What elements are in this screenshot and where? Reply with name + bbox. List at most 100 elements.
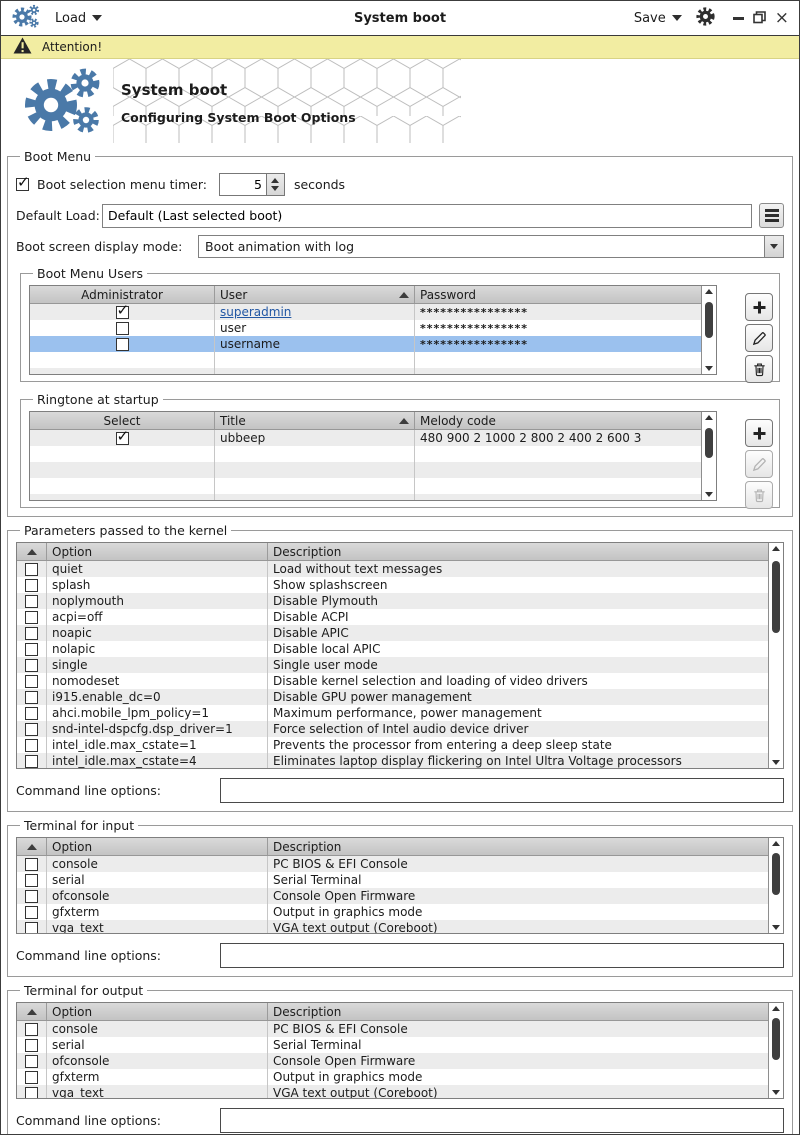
- table-row[interactable]: superadmin ****************: [30, 304, 701, 320]
- column-header-option[interactable]: Option: [47, 1003, 268, 1020]
- scrollbar-thumb[interactable]: [772, 561, 780, 633]
- row-checkbox[interactable]: [25, 722, 38, 736]
- table-row[interactable]: ahci.mobile_lpm_policy=1 Maximum performa…: [17, 705, 768, 721]
- row-checkbox[interactable]: [25, 857, 38, 871]
- scroll-down-icon[interactable]: [705, 366, 713, 371]
- table-row[interactable]: ofconsole Console Open Firmware: [17, 888, 768, 904]
- kernel-cmdline-input[interactable]: [220, 778, 784, 803]
- column-header-title[interactable]: Title: [215, 412, 415, 429]
- row-checkbox[interactable]: [25, 905, 38, 919]
- table-row-empty[interactable]: [30, 494, 701, 500]
- column-header-option[interactable]: Option: [47, 543, 268, 560]
- column-header-sort[interactable]: [17, 838, 47, 855]
- table-row[interactable]: acpi=off Disable ACPI: [17, 609, 768, 625]
- table-row[interactable]: single Single user mode: [17, 657, 768, 673]
- scrollbar-thumb[interactable]: [705, 302, 713, 338]
- scroll-down-icon[interactable]: [772, 925, 780, 930]
- row-checkbox[interactable]: [25, 562, 38, 576]
- row-checkbox[interactable]: [115, 337, 129, 351]
- scroll-up-icon[interactable]: [772, 1006, 780, 1011]
- terminal-output-scrollbar[interactable]: [768, 1003, 783, 1098]
- table-row[interactable]: ofconsole Console Open Firmware: [17, 1053, 768, 1069]
- kernel-params-scrollbar[interactable]: [768, 543, 783, 768]
- column-header-option[interactable]: Option: [47, 838, 268, 855]
- table-row[interactable]: nolapic Disable local APIC: [17, 641, 768, 657]
- row-checkbox[interactable]: [25, 754, 38, 768]
- row-checkbox[interactable]: [25, 1022, 38, 1036]
- add-user-button[interactable]: [745, 293, 773, 321]
- table-row[interactable]: snd-intel-dspcfg.dsp_driver=1 Force selec…: [17, 721, 768, 737]
- maximize-button[interactable]: [752, 9, 766, 28]
- scrollbar-thumb[interactable]: [772, 1018, 780, 1060]
- column-header-description[interactable]: Description: [268, 543, 768, 560]
- scroll-up-icon[interactable]: [705, 289, 713, 294]
- table-row[interactable]: console PC BIOS & EFI Console: [17, 856, 768, 872]
- table-row[interactable]: quiet Load without text messages: [17, 561, 768, 577]
- combo-arrow-button[interactable]: [764, 236, 783, 257]
- terminal-input-scrollbar[interactable]: [768, 838, 783, 933]
- default-load-input[interactable]: [102, 203, 752, 228]
- table-row[interactable]: i915.enable_dc=0 Disable GPU power manage…: [17, 689, 768, 705]
- table-row[interactable]: intel_idle.max_cstate=1 Prevents the proc…: [17, 737, 768, 753]
- terminal-output-cmdline-input[interactable]: [220, 1108, 784, 1133]
- row-checkbox[interactable]: [25, 706, 38, 720]
- delete-user-button[interactable]: [745, 355, 773, 383]
- scroll-down-icon[interactable]: [705, 492, 713, 497]
- row-checkbox[interactable]: [115, 321, 129, 335]
- table-row[interactable]: console PC BIOS & EFI Console: [17, 1021, 768, 1037]
- row-checkbox[interactable]: [25, 1038, 38, 1052]
- row-checkbox[interactable]: [25, 873, 38, 887]
- column-header-description[interactable]: Description: [268, 1003, 768, 1020]
- column-header-sort[interactable]: [17, 543, 47, 560]
- terminal-input-cmdline-input[interactable]: [220, 943, 784, 968]
- user-link[interactable]: superadmin: [220, 305, 291, 319]
- column-header-select[interactable]: Select: [30, 412, 215, 429]
- row-checkbox[interactable]: [25, 738, 38, 752]
- row-checkbox[interactable]: [25, 1070, 38, 1084]
- table-row[interactable]: vga_text VGA text output (Coreboot): [17, 1085, 768, 1098]
- table-row[interactable]: gfxterm Output in graphics mode: [17, 1069, 768, 1085]
- row-checkbox[interactable]: [115, 304, 129, 319]
- column-header-user[interactable]: User: [215, 286, 415, 303]
- table-row[interactable]: noapic Disable APIC: [17, 625, 768, 641]
- display-mode-select[interactable]: Boot animation with log: [198, 235, 784, 258]
- save-menu[interactable]: Save: [634, 11, 682, 26]
- table-row-empty[interactable]: [30, 446, 701, 462]
- scrollbar-thumb[interactable]: [705, 428, 713, 458]
- table-row-empty[interactable]: [30, 368, 701, 374]
- table-row[interactable]: serial Serial Terminal: [17, 872, 768, 888]
- table-row-empty[interactable]: [30, 478, 701, 494]
- ringtone-scrollbar[interactable]: [701, 412, 716, 500]
- spinner-up-button[interactable]: [271, 177, 280, 183]
- column-header-sort[interactable]: [17, 1003, 47, 1020]
- column-header-melody[interactable]: Melody code: [415, 412, 701, 429]
- column-header-administrator[interactable]: Administrator: [30, 286, 215, 303]
- row-checkbox[interactable]: [25, 889, 38, 903]
- row-checkbox[interactable]: [25, 658, 38, 672]
- spinner-down-button[interactable]: [271, 186, 280, 192]
- row-checkbox[interactable]: [25, 1054, 38, 1068]
- users-scrollbar[interactable]: [701, 286, 716, 374]
- row-checkbox[interactable]: [25, 674, 38, 688]
- row-checkbox[interactable]: [25, 642, 38, 656]
- table-row[interactable]: ubbeep 480 900 2 1000 2 800 2 400 2 600 3: [30, 430, 701, 446]
- row-checkbox[interactable]: [25, 921, 38, 933]
- table-row[interactable]: serial Serial Terminal: [17, 1037, 768, 1053]
- table-row[interactable]: gfxterm Output in graphics mode: [17, 904, 768, 920]
- scrollbar-thumb[interactable]: [772, 853, 780, 895]
- table-row[interactable]: intel_idle.max_cstate=4 Eliminates laptop…: [17, 753, 768, 768]
- row-checkbox[interactable]: [25, 578, 38, 592]
- scroll-down-icon[interactable]: [772, 1090, 780, 1095]
- row-checkbox[interactable]: [115, 430, 129, 445]
- row-checkbox[interactable]: [25, 626, 38, 640]
- table-row-empty[interactable]: [30, 352, 701, 368]
- table-row[interactable]: splash Show splashscreen: [17, 577, 768, 593]
- close-button[interactable]: ×: [775, 10, 789, 27]
- scroll-up-icon[interactable]: [772, 546, 780, 551]
- load-menu[interactable]: Load: [55, 11, 103, 26]
- table-row[interactable]: nomodeset Disable kernel selection and lo…: [17, 673, 768, 689]
- scroll-up-icon[interactable]: [772, 841, 780, 846]
- minimize-button[interactable]: [732, 16, 744, 20]
- table-row[interactable]: noplymouth Disable Plymouth: [17, 593, 768, 609]
- scroll-down-icon[interactable]: [772, 760, 780, 765]
